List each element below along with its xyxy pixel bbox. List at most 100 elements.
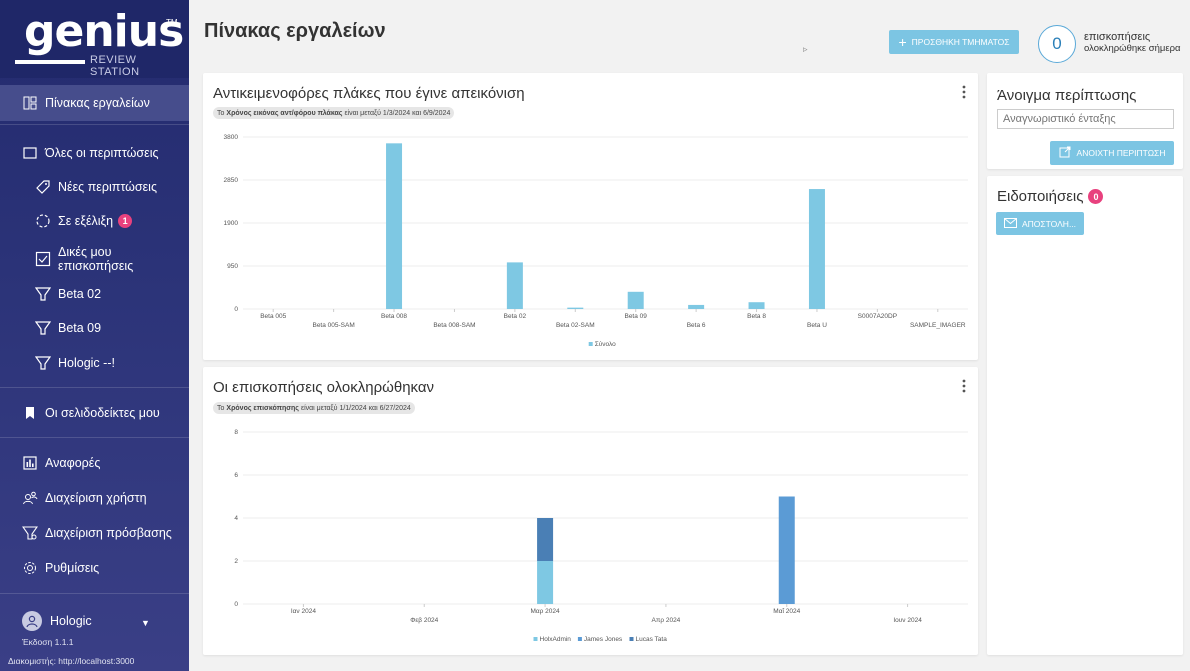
sidebar-item-user-management[interactable]: Διαχείριση χρήστη <box>0 480 189 516</box>
x-tick-label: Beta 6 <box>687 322 706 329</box>
notifications-badge: 0 <box>1088 189 1104 204</box>
square-icon <box>22 145 38 161</box>
x-tick-label: Beta 005 <box>260 313 286 320</box>
x-tick-label: Beta U <box>807 322 827 329</box>
add-section-button[interactable]: + ΠΡΟΣΘΗΚΗ ΤΜΗΜΑΤΟΣ <box>889 30 1019 54</box>
sidebar-item-beta-02[interactable]: Beta 02 <box>0 276 189 312</box>
legend-label: James Jones <box>584 636 623 643</box>
logo-word: genius <box>24 6 184 57</box>
sidebar-item-label: Δικές μου επισκοπήσεις <box>58 245 134 273</box>
access-icon <box>22 525 38 541</box>
y-tick-label: 0 <box>234 601 238 608</box>
report-icon <box>22 455 38 471</box>
in-progress-badge: 1 <box>118 214 133 228</box>
sidebar-item-bookmarks[interactable]: Οι σελιδοδείκτες μου <box>0 395 189 431</box>
page-title: Πίνακας εργαλείων <box>204 20 386 42</box>
y-tick-label: 2850 <box>224 177 239 184</box>
user-menu[interactable]: Hologic <box>22 611 92 631</box>
send-button[interactable]: ΑΠΟΣΤΟΛΗ... <box>996 212 1084 235</box>
x-tick-label: Beta 02 <box>504 313 527 320</box>
plus-icon: + <box>898 34 907 50</box>
sidebar-item-dashboard[interactable]: Πίνακας εργαλείων <box>0 85 189 121</box>
sidebar: genius TM REVIEW STATION Πίνακας εργαλεί… <box>0 0 189 671</box>
y-tick-label: 3800 <box>224 134 239 141</box>
reviews-label-line2: ολοκληρώθηκε σήμερα <box>1084 43 1181 54</box>
bar <box>567 307 584 309</box>
sidebar-item-settings[interactable]: Ρυθμίσεις <box>0 550 189 586</box>
y-tick-label: 6 <box>234 472 238 479</box>
legend-swatch <box>533 637 538 641</box>
bar <box>386 143 403 309</box>
logo: genius TM REVIEW STATION <box>0 0 189 78</box>
open-case-label: ΑΝΟΙΧΤΗ ΠΕΡΙΠΤΩΣΗ <box>1076 148 1166 158</box>
x-tick-label: Beta 005-SAM <box>312 322 354 329</box>
open-case-button[interactable]: ΑΝΟΙΧΤΗ ΠΕΡΙΠΤΩΣΗ <box>1050 141 1174 165</box>
bar <box>808 189 825 309</box>
sidebar-item-label: Ρυθμίσεις <box>45 561 100 575</box>
x-tick-label: Beta 008 <box>381 313 407 320</box>
x-tick-label: Ιαν 2024 <box>291 608 316 615</box>
add-section-label: ΠΡΟΣΘΗΚΗ ΤΜΗΜΑΤΟΣ <box>911 37 1010 47</box>
tag-icon <box>35 179 51 195</box>
dashboard-icon <box>22 95 38 111</box>
bar <box>778 496 795 604</box>
sidebar-item-label: Διαχείριση χρήστη <box>45 491 147 505</box>
logo-subtitle: REVIEW STATION <box>90 54 140 78</box>
sidebar-item-label: Οι σελιδοδείκτες μου <box>45 406 160 420</box>
open-case-card: Άνοιγμα περίπτωσης ΑΝΟΙΧΤΗ ΠΕΡΙΠΤΩΣΗ <box>987 73 1183 169</box>
bar <box>627 291 644 309</box>
legend-swatch <box>629 637 634 641</box>
version-text: Έκδοση 1.1.1 <box>22 637 74 647</box>
x-tick-label: S0007A20DP <box>858 313 897 320</box>
reviews-count: 0 <box>1038 25 1076 63</box>
notifications-card: Ειδοποιήσεις 0 ΑΠΟΣΤΟΛΗ... <box>987 176 1183 655</box>
avatar-icon <box>22 611 42 631</box>
open-case-title: Άνοιγμα περίπτωσης <box>997 87 1137 104</box>
x-tick-label: Φεβ 2024 <box>410 617 438 624</box>
sidebar-item-my-reviews[interactable]: Δικές μου επισκοπήσεις <box>0 241 189 277</box>
y-tick-label: 2 <box>234 558 238 565</box>
legend-label: Lucas Tata <box>636 636 668 643</box>
sidebar-item-in-progress[interactable]: Σε εξέλιξη 1 <box>0 203 189 239</box>
y-tick-label: 4 <box>234 515 238 522</box>
mouse-cursor-icon: ▹ <box>803 44 808 54</box>
filter-icon <box>35 286 51 302</box>
user-caret-icon[interactable]: ▼ <box>141 618 150 628</box>
bookmark-icon <box>22 405 38 421</box>
sidebar-item-new-cases[interactable]: Νέες περιπτώσεις <box>0 169 189 205</box>
logo-underline <box>15 60 85 64</box>
gear-icon <box>22 560 38 576</box>
sidebar-item-access-management[interactable]: Διαχείριση πρόσβασης <box>0 515 189 551</box>
notifications-title: Ειδοποιήσεις 0 <box>997 188 1104 205</box>
bar <box>537 561 554 604</box>
sidebar-item-label: Beta 02 <box>58 287 102 301</box>
sidebar-item-label: Αναφορές <box>45 456 101 470</box>
x-tick-label: SAMPLE_IMAGER <box>910 322 966 329</box>
mail-icon <box>1003 217 1017 230</box>
sidebar-divider <box>0 593 189 594</box>
legend-swatch <box>577 637 582 641</box>
bar <box>537 518 554 561</box>
x-tick-label: Beta 008-SAM <box>433 322 475 329</box>
sidebar-item-reports[interactable]: Αναφορές <box>0 445 189 481</box>
send-label: ΑΠΟΣΤΟΛΗ... <box>1021 218 1077 229</box>
sidebar-item-beta-09[interactable]: Beta 09 <box>0 310 189 346</box>
legend-label: Σύνολο <box>595 340 616 348</box>
sidebar-divider <box>0 124 189 125</box>
legend-swatch <box>588 342 593 346</box>
reviews-completed-chart: 0 2 4 6 8 Ιαν 2024 Φεβ 2024 Μαρ 2024 Απρ 2024 Μαΐ… <box>234 429 968 643</box>
sidebar-item-label: Πίνακας εργαλείων <box>45 96 150 110</box>
sidebar-item-all-cases[interactable]: Όλες οι περιπτώσεις <box>0 135 189 171</box>
sidebar-item-label: Διαχείριση πρόσβασης <box>45 526 172 540</box>
external-link-icon <box>1059 146 1071 160</box>
x-tick-label: Beta 8 <box>747 313 766 320</box>
sidebar-item-hologic[interactable]: Hologic --! <box>0 345 189 381</box>
bar <box>506 262 523 309</box>
sidebar-divider <box>0 387 189 388</box>
server-text: Διακομιστής: http://localhost:3000 <box>8 656 135 666</box>
users-icon <box>22 490 38 506</box>
reviews-completed-card: Οι επισκοπήσεις ολοκληρώθηκαν Το Χρόνος … <box>203 367 978 655</box>
checkbox-icon <box>35 251 51 267</box>
case-id-input[interactable] <box>997 109 1174 129</box>
slides-imaged-chart: 0 950 1900 2850 3800 Beta 005 Beta 005-SAM Beta… <box>224 134 968 348</box>
